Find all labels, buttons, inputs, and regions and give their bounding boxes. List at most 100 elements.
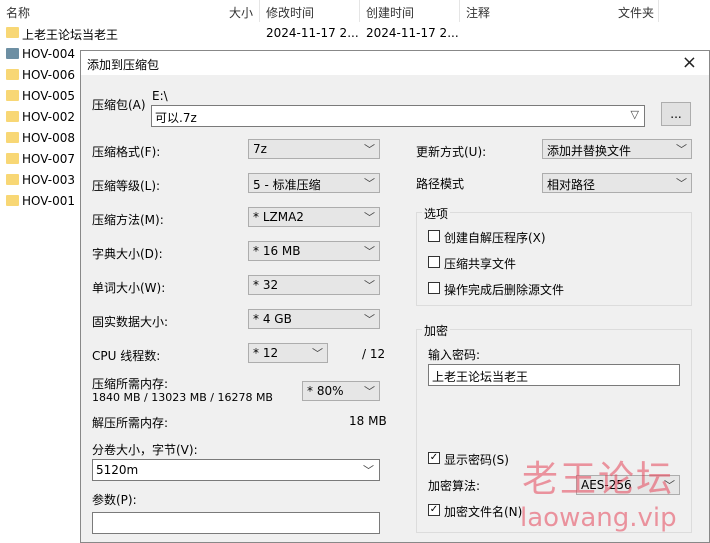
dialog-titlebar[interactable]: 添加到压缩包 ×	[81, 51, 709, 75]
pathmode-select[interactable]: 相对路径 ﹀	[542, 173, 692, 193]
solid-select[interactable]: * 4 GB ﹀	[248, 309, 380, 329]
file-name: HOV-008	[22, 131, 75, 145]
folder-icon	[6, 195, 19, 206]
col-size[interactable]: 大小	[229, 4, 253, 21]
col-separator[interactable]	[459, 0, 460, 22]
solid-label: 固实数据大小:	[92, 315, 169, 329]
decomp-label: 解压所需内存:	[92, 416, 169, 430]
file-name: 上老王论坛当老王	[22, 28, 119, 42]
encrypt-names-label: 加密文件名(N)	[444, 505, 523, 519]
file-name: HOV-005	[22, 89, 75, 103]
format-label: 压缩格式(F):	[92, 145, 161, 159]
sfx-checkbox[interactable]	[428, 230, 440, 242]
format-select[interactable]: 7z ﹀	[248, 139, 380, 159]
col-comment[interactable]: 注释	[466, 4, 490, 21]
mem-select[interactable]: * 80% ﹀	[302, 381, 380, 401]
col-folder[interactable]: 文件夹	[618, 4, 654, 21]
folder-icon	[6, 111, 19, 122]
file-name: HOV-006	[22, 68, 75, 82]
file-created: 2024-11-17 2...	[366, 26, 459, 40]
mem-label: 压缩所需内存:	[92, 377, 169, 391]
browse-button[interactable]: ...	[661, 102, 691, 126]
col-separator[interactable]	[658, 0, 659, 22]
pathmode-label: 路径模式	[416, 177, 465, 191]
col-created[interactable]: 创建时间	[366, 4, 414, 21]
password-input[interactable]: 上老王论坛当老王	[428, 364, 680, 386]
options-title: 选项	[422, 205, 451, 222]
folder-icon	[6, 153, 19, 164]
file-list-header: 名称 大小 修改时间 创建时间 注释 文件夹	[0, 0, 710, 22]
close-icon[interactable]: ×	[682, 52, 697, 73]
file-modified: 2024-11-17 2...	[266, 26, 359, 40]
sfx-label: 创建自解压程序(X)	[444, 231, 546, 245]
file-name: HOV-003	[22, 173, 75, 187]
chevron-down-icon: ﹀	[364, 245, 375, 258]
mem-detail: 1840 MB / 13023 MB / 16278 MB	[92, 391, 273, 404]
level-select[interactable]: 5 - 标准压缩 ﹀	[248, 173, 380, 193]
volume-value: 5120m	[96, 463, 139, 477]
delete-source-label: 操作完成后删除源文件	[444, 283, 565, 297]
word-value: * 32	[253, 278, 279, 292]
chevron-down-icon: ﹀	[676, 143, 687, 156]
cpu-value: * 12	[253, 346, 279, 360]
chevron-down-icon: ﹀	[364, 279, 375, 292]
col-modified[interactable]: 修改时间	[266, 4, 314, 21]
dict-value: * 16 MB	[253, 244, 301, 258]
folder-icon	[6, 132, 19, 143]
method-select[interactable]: * LZMA2 ﹀	[248, 207, 380, 227]
file-name: HOV-002	[22, 110, 75, 124]
chevron-down-icon: ﹀	[312, 347, 323, 360]
dialog-title: 添加到压缩包	[87, 58, 160, 72]
dict-label: 字典大小(D):	[92, 247, 163, 261]
chevron-down-icon: ﹀	[364, 211, 375, 224]
col-separator[interactable]	[259, 0, 260, 22]
chevron-down-icon[interactable]: ﹀	[363, 462, 374, 478]
cpu-max: / 12	[362, 347, 386, 361]
update-label: 更新方式(U):	[416, 145, 487, 159]
folder-icon	[6, 69, 19, 80]
archive-path: E:\	[152, 89, 168, 103]
chevron-down-icon: ﹀	[364, 177, 375, 190]
archive-name-combobox[interactable]: 可以.7z ▽	[151, 105, 645, 127]
encryption-title: 加密	[422, 322, 451, 339]
folder-icon	[6, 174, 19, 185]
decomp-value: 18 MB	[349, 414, 387, 428]
word-select[interactable]: * 32 ﹀	[248, 275, 380, 295]
file-name: HOV-001	[22, 194, 75, 208]
word-label: 单词大小(W):	[92, 281, 166, 295]
method-value: * LZMA2	[253, 210, 304, 224]
folder-icon	[6, 90, 19, 101]
show-password-label: 显示密码(S)	[444, 453, 509, 467]
dict-select[interactable]: * 16 MB ﹀	[248, 241, 380, 261]
delete-source-checkbox[interactable]	[428, 282, 440, 294]
pathmode-value: 相对路径	[547, 178, 596, 192]
update-value: 添加并替换文件	[547, 144, 632, 158]
watermark-url: laowang.vip	[520, 503, 677, 533]
file-icon	[6, 48, 19, 59]
level-label: 压缩等级(L):	[92, 179, 161, 193]
cpu-label: CPU 线程数:	[92, 349, 161, 363]
col-separator[interactable]	[359, 0, 360, 22]
list-item[interactable]: 上老王论坛当老王 2024-11-17 2... 2024-11-17 2...	[0, 23, 710, 44]
chevron-down-icon[interactable]: ▽	[631, 108, 639, 121]
folder-icon	[6, 27, 19, 38]
chevron-down-icon: ﹀	[364, 313, 375, 326]
encrypt-names-checkbox[interactable]: ✓	[428, 504, 440, 516]
volume-combobox[interactable]: 5120m ﹀	[92, 459, 380, 481]
level-value: 5 - 标准压缩	[253, 178, 321, 192]
show-password-checkbox[interactable]: ✓	[428, 452, 440, 464]
chevron-down-icon: ﹀	[364, 143, 375, 156]
file-name: HOV-004	[22, 47, 75, 61]
archive-label: 压缩包(A)	[92, 98, 146, 112]
chevron-down-icon: ﹀	[364, 385, 375, 398]
shared-label: 压缩共享文件	[444, 257, 517, 271]
shared-checkbox[interactable]	[428, 256, 440, 268]
password-label: 输入密码:	[428, 348, 481, 362]
file-name: HOV-007	[22, 152, 75, 166]
password-value: 上老王论坛当老王	[432, 370, 529, 384]
update-select[interactable]: 添加并替换文件 ﹀	[542, 139, 692, 159]
col-name[interactable]: 名称	[6, 4, 30, 21]
watermark-text: 老王论坛	[522, 459, 675, 500]
params-input[interactable]	[92, 512, 380, 534]
cpu-select[interactable]: * 12 ﹀	[248, 343, 328, 363]
